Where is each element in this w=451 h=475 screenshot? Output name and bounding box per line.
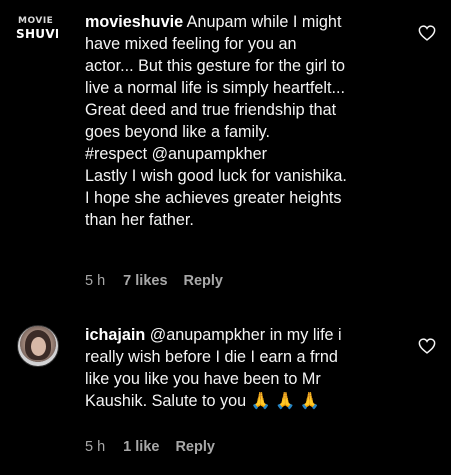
avatar[interactable]: MOVIE SHUVIE: [14, 14, 58, 44]
comment-likes[interactable]: 7 likes: [123, 273, 167, 289]
comment-meta: 5 h 7 likes Reply: [85, 273, 223, 289]
comment-username[interactable]: movieshuvie: [85, 13, 183, 31]
logo-text-top: MOVIE: [18, 16, 54, 26]
comment-likes[interactable]: 1 like: [123, 439, 159, 455]
logo-text-bottom: SHUVIE: [16, 27, 58, 41]
comment-meta: 5 h 1 like Reply: [85, 439, 215, 455]
heart-outline-icon[interactable]: [418, 25, 436, 41]
avatar-face-shape: [31, 337, 46, 356]
comment-body: ichajain @anupampkher in my life i reall…: [85, 324, 415, 412]
heart-outline-icon[interactable]: [418, 338, 436, 354]
comment-body: movieshuvie Anupam while I might have mi…: [85, 11, 415, 231]
avatar[interactable]: [17, 325, 59, 367]
reply-button[interactable]: Reply: [184, 273, 224, 289]
comment-time: 5 h: [85, 439, 106, 455]
comment-text: Anupam while I might have mixed feeling …: [85, 13, 347, 229]
comment-username[interactable]: ichajain: [85, 326, 145, 344]
comment-time: 5 h: [85, 273, 106, 289]
reply-button[interactable]: Reply: [175, 439, 215, 455]
